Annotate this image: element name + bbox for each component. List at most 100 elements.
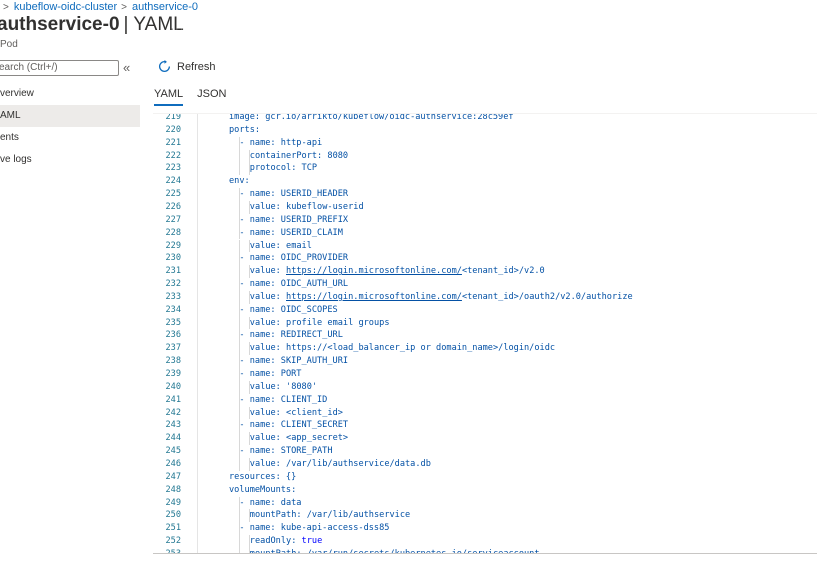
code-text: value: kubeflow-userid — [249, 201, 364, 212]
code-text: volumeMounts: — [229, 484, 297, 495]
refresh-button[interactable]: Refresh — [158, 60, 216, 73]
line-number: 247 — [165, 471, 181, 482]
code-line: 223 protocol: TCP — [153, 162, 817, 176]
line-number: 248 — [165, 484, 181, 495]
line-number: 244 — [165, 433, 181, 444]
code-line: 238 - name: SKIP_AUTH_URI — [153, 355, 817, 368]
code-line: 246 value: /var/lib/authservice/data.db — [153, 457, 817, 471]
chevron-right-icon: > — [121, 1, 128, 13]
refresh-icon — [159, 60, 171, 72]
code-text: mountPath: /var/lib/authservice — [249, 510, 411, 521]
tab-yaml[interactable]: YAML — [154, 88, 184, 106]
code-text: - name: REDIRECT_URL — [239, 330, 343, 341]
indent-guide — [239, 342, 240, 356]
breadcrumb-item-cluster[interactable]: kubeflow-oidc-cluster — [14, 1, 117, 13]
code-line: 240 value: '8080' — [153, 380, 817, 394]
sidebar-item-events[interactable]: ents — [0, 127, 140, 149]
tab-json[interactable]: JSON — [197, 88, 226, 106]
code-text: - name: STORE_PATH — [239, 446, 333, 457]
code-line: 221 - name: http-api — [153, 136, 817, 150]
refresh-label: Refresh — [177, 60, 216, 73]
line-number: 227 — [165, 214, 181, 225]
code-line: 228 - name: USERID_CLAIM — [153, 226, 817, 240]
line-number: 240 — [165, 381, 181, 392]
yaml-editor[interactable]: 219 image: gcr.io/arrikto/kubeflow/oidc-a… — [153, 113, 817, 554]
code-text: readOnly: true — [249, 536, 323, 547]
line-number: 219 — [165, 113, 181, 122]
code-line: 226 value: kubeflow-userid — [153, 200, 817, 214]
indent-guide — [239, 265, 240, 279]
line-number: 252 — [165, 536, 181, 547]
view-tabs: YAML JSON — [154, 88, 240, 106]
line-number: 237 — [165, 343, 181, 354]
more-options-button[interactable]: ... — [170, 17, 185, 33]
indent-guide — [239, 509, 240, 523]
indent-guide — [239, 149, 240, 163]
line-number: 250 — [165, 510, 181, 521]
code-line: 219 image: gcr.io/arrikto/kubeflow/oidc-a… — [153, 113, 817, 124]
code-line: 235 value: profile email groups — [153, 316, 817, 330]
page-title: authservice-0 | YAML — [0, 14, 184, 36]
code-keyword: true — [301, 536, 323, 547]
code-line: 232 - name: OIDC_AUTH_URL — [153, 278, 817, 291]
code-text: containerPort: 8080 — [249, 150, 349, 161]
line-number: 242 — [165, 407, 181, 418]
code-text: - name: OIDC_PROVIDER — [239, 253, 349, 264]
code-text: resources: {} — [229, 471, 297, 482]
code-line: 224 env: — [153, 175, 817, 188]
line-number: 223 — [165, 163, 181, 174]
line-number: 246 — [165, 458, 181, 469]
sidebar-item-live-logs[interactable]: ve logs — [0, 149, 140, 171]
code-line: 245 - name: STORE_PATH — [153, 445, 817, 458]
code-line: 252 readOnly: true — [153, 535, 817, 548]
line-number: 222 — [165, 150, 181, 161]
line-number: 236 — [165, 330, 181, 341]
code-link[interactable]: https://login.microsoftonline.com/ — [286, 292, 462, 302]
code-line: 241 - name: CLIENT_ID — [153, 393, 817, 407]
code-text: - name: PORT — [239, 369, 302, 379]
code-line: 251 - name: kube-api-access-dss85 — [153, 522, 817, 536]
code-text: - name: http-api — [239, 137, 323, 148]
code-text: value: https://<load_balancer_ip or doma… — [249, 343, 556, 354]
code-text: - name: CLIENT_SECRET — [239, 420, 349, 431]
line-number: 224 — [165, 176, 181, 187]
indent-guide — [239, 380, 240, 394]
code-line: 248 volumeMounts: — [153, 484, 817, 497]
line-number: 249 — [165, 497, 181, 508]
code-text: value: /var/lib/authservice/data.db — [249, 458, 431, 469]
breadcrumb-item-pod[interactable]: authservice-0 — [132, 1, 198, 13]
search-input[interactable]: earch (Ctrl+/) — [0, 60, 119, 76]
code-line: 233 value: https://login.microsoftonline.… — [153, 290, 817, 304]
line-number: 253 — [165, 548, 181, 554]
sidebar-item-yaml[interactable]: AML — [0, 105, 140, 127]
breadcrumb: > kubeflow-oidc-cluster > authservice-0 — [0, 0, 198, 14]
chevron-right-icon: > — [3, 1, 9, 13]
code-text: image: gcr.io/arrikto/kubeflow/oidc-auth… — [229, 113, 514, 122]
code-text: - name: CLIENT_ID — [239, 394, 328, 405]
indent-guide — [239, 239, 240, 253]
line-number: 239 — [165, 369, 181, 379]
line-number: 238 — [165, 356, 181, 367]
code-text: value: https://login.microsoftonline.com… — [249, 266, 545, 277]
collapse-sidebar-button[interactable]: « — [123, 60, 130, 75]
code-line: 231 value: https://login.microsoftonline.… — [153, 265, 817, 279]
sidebar-item-overview[interactable]: verview — [0, 83, 140, 105]
code-text: - name: USERID_HEADER — [239, 189, 349, 200]
code-text: - name: OIDC_AUTH_URL — [239, 279, 349, 290]
line-number: 243 — [165, 420, 181, 431]
code-text: value: profile email groups — [249, 317, 390, 328]
line-number: 220 — [165, 124, 181, 135]
indent-guide — [239, 457, 240, 471]
code-text: env: — [229, 176, 250, 187]
code-line: 247 resources: {} — [153, 471, 817, 484]
code-line: 220 ports: — [153, 124, 817, 137]
code-text: mountPath: /var/run/secrets/kubernetes.i… — [249, 548, 540, 554]
code-text: value: email — [249, 240, 312, 251]
indent-guide — [239, 200, 240, 214]
code-line: 239 - name: PORT — [153, 368, 817, 381]
indent-guide — [239, 432, 240, 446]
code-text: - name: USERID_CLAIM — [239, 227, 343, 238]
code-text: protocol: TCP — [249, 163, 318, 174]
code-line: 229 value: email — [153, 239, 817, 253]
code-link[interactable]: https://login.microsoftonline.com/ — [286, 266, 462, 276]
